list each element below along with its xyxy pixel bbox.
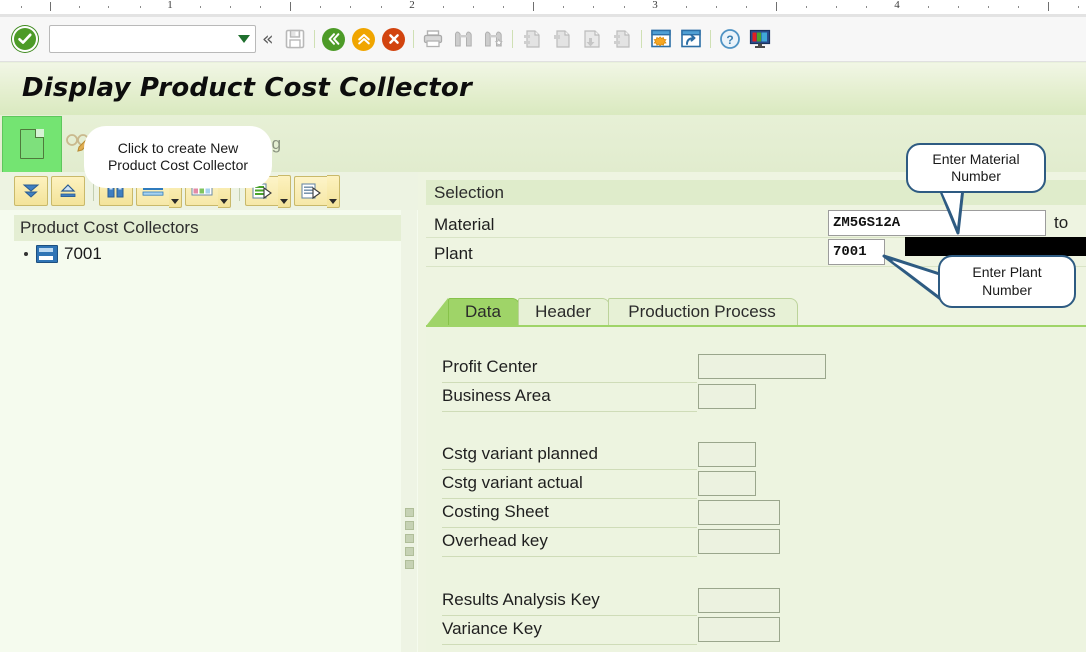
material-field-value: ZM5GS12A (833, 215, 901, 231)
find-icon[interactable] (448, 23, 478, 55)
find-next-icon[interactable] (478, 23, 508, 55)
variance-key-label: Variance Key (442, 619, 542, 638)
detail-list-dropdown-arrow[interactable] (278, 174, 291, 208)
material-row: Material (434, 210, 494, 239)
plant-field-value: 7001 (833, 244, 867, 260)
tab-production-process[interactable]: Production Process (608, 298, 798, 327)
svg-text:?: ? (726, 33, 733, 47)
plant-field[interactable]: 7001 (828, 239, 885, 265)
sap-gui-window: 1 2 3 4 « ? Display Product Cost Collect… (0, 0, 1086, 652)
exit-orange-icon[interactable] (349, 23, 379, 55)
results-analysis-key-label: Results Analysis Key (442, 590, 600, 609)
print-icon[interactable] (418, 23, 448, 55)
tree-body: 7001 (14, 241, 404, 641)
overhead-key-field[interactable] (698, 529, 780, 554)
tab-data-label: Data (465, 302, 501, 321)
ruler-number-4: 4 (894, 0, 900, 11)
profit-center-field[interactable] (698, 354, 826, 379)
plant-icon (36, 245, 58, 263)
expand-all-button[interactable] (14, 176, 48, 206)
cancel-red-icon[interactable] (379, 23, 409, 55)
selection-header-label: Selection (434, 182, 504, 202)
back-green-icon[interactable] (319, 23, 349, 55)
profit-center-label: Profit Center (442, 357, 538, 376)
plant-row: Plant (434, 239, 473, 268)
report-list-dropdown-arrow[interactable] (327, 174, 340, 208)
customize-layout-icon[interactable] (745, 23, 775, 55)
cstg-variant-planned-field[interactable] (698, 442, 756, 467)
cstg-variant-actual-field[interactable] (698, 471, 756, 496)
tree-panel-header: Product Cost Collectors (14, 215, 410, 241)
business-area-field[interactable] (698, 384, 756, 409)
business-area-label: Business Area (442, 386, 551, 405)
callout-material-text: Enter Material Number (932, 150, 1020, 185)
ruler-number-3: 3 (652, 0, 658, 11)
cstg-variant-planned-label: Cstg variant planned (442, 444, 598, 463)
material-label: Material (434, 214, 495, 234)
document-ruler: 1 2 3 4 (0, 0, 1086, 14)
app-title-bar: Display Product Cost Collector (0, 62, 1086, 116)
callout-plant-text: Enter Plant Number (972, 264, 1042, 298)
tab-leading-shape (426, 298, 448, 326)
ruler-number-1: 1 (167, 0, 173, 11)
new-page-icon (20, 128, 44, 159)
tree-node-plant-7001[interactable]: 7001 (14, 241, 404, 267)
panel-splitter[interactable] (401, 210, 417, 652)
help-icon[interactable]: ? (715, 23, 745, 55)
create-session-icon[interactable] (646, 23, 676, 55)
tab-header[interactable]: Header (518, 298, 610, 327)
cstg-variant-actual-label: Cstg variant actual (442, 473, 583, 492)
costing-sheet-field[interactable] (698, 500, 780, 525)
material-to-label: to (1054, 213, 1069, 232)
create-shortcut-icon[interactable] (676, 23, 706, 55)
tree-header-label: Product Cost Collectors (20, 218, 199, 237)
ruler-number-2: 2 (409, 0, 415, 11)
enter-ok-icon[interactable] (12, 26, 38, 52)
back-chevrons-icon[interactable]: « (256, 28, 280, 50)
results-analysis-key-field[interactable] (698, 588, 780, 613)
report-list-button[interactable] (294, 176, 327, 206)
tab-header-label: Header (535, 302, 591, 321)
plant-label: Plant (434, 243, 473, 263)
chevron-down-icon[interactable] (233, 27, 255, 51)
callout-new-product-cost-collector: Click to create New Product Cost Collect… (84, 126, 272, 188)
sap-gui-toolbar: « ? (0, 17, 1086, 62)
costing-sheet-label: Costing Sheet (442, 502, 549, 521)
tab-production-process-label: Production Process (628, 302, 776, 321)
callout-enter-material-number: Enter Material Number (906, 143, 1046, 193)
next-page-icon[interactable] (577, 23, 607, 55)
command-field[interactable] (49, 25, 256, 53)
overhead-key-label: Overhead key (442, 531, 548, 550)
previous-page-icon[interactable] (547, 23, 577, 55)
callout-enter-plant-number: Enter Plant Number (938, 255, 1076, 308)
callout-new-text: Click to create New Product Cost Collect… (107, 139, 249, 174)
save-icon[interactable] (280, 23, 310, 55)
tab-underline (426, 325, 1086, 327)
last-page-icon[interactable] (607, 23, 637, 55)
tree-node-label: 7001 (64, 244, 102, 263)
page-title: Display Product Cost Collector (22, 73, 473, 103)
variance-key-field[interactable] (698, 617, 780, 642)
tab-data[interactable]: Data (448, 298, 520, 327)
tree-bullet (24, 252, 28, 256)
new-product-cost-collector-button[interactable] (10, 115, 58, 172)
first-page-icon[interactable] (517, 23, 547, 55)
